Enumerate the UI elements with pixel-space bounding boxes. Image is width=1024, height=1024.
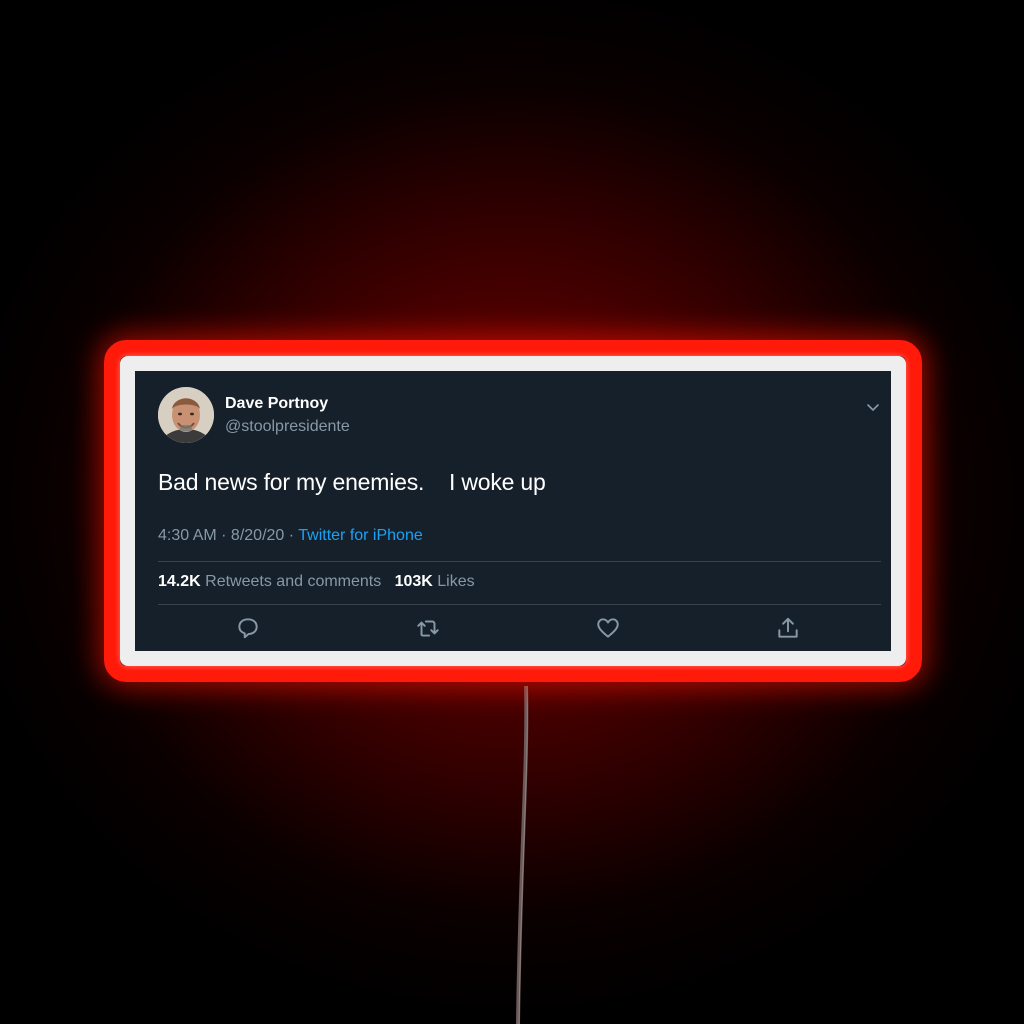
tweet-actions <box>158 615 881 641</box>
likes-count: 103K <box>394 573 433 590</box>
chevron-down-icon[interactable] <box>865 399 881 415</box>
share-icon[interactable] <box>775 615 801 641</box>
tweet: Dave Portnoy @stoolpresidente Bad news f… <box>135 371 891 651</box>
tweet-stats: 14.2K Retweets and comments 103K Likes <box>158 573 475 591</box>
meta-separator: · <box>284 527 299 544</box>
meta-separator: · <box>216 527 231 544</box>
tweet-text: Bad news for my enemies. I woke up <box>158 469 546 495</box>
likes-stat[interactable]: 103K Likes <box>395 573 475 590</box>
power-cable <box>516 686 529 1024</box>
heart-icon[interactable] <box>595 615 621 641</box>
retweets-stat[interactable]: 14.2K Retweets and comments <box>158 573 381 590</box>
retweets-count: 14.2K <box>158 573 201 590</box>
neon-sign-scene: Dave Portnoy @stoolpresidente Bad news f… <box>0 0 1024 1024</box>
tweet-card: Dave Portnoy @stoolpresidente Bad news f… <box>120 356 906 666</box>
retweet-icon[interactable] <box>415 615 441 641</box>
reply-icon[interactable] <box>235 615 261 641</box>
tweet-source-link[interactable]: Twitter for iPhone <box>298 527 423 544</box>
avatar[interactable] <box>158 387 214 443</box>
avatar-photo <box>158 387 214 443</box>
divider <box>158 604 881 605</box>
tweet-time[interactable]: 4:30 AM <box>158 527 217 544</box>
retweets-label: Retweets and comments <box>205 573 382 590</box>
tweet-meta: 4:30 AM · 8/20/20 · Twitter for iPhone <box>158 527 423 545</box>
author-handle[interactable]: @stoolpresidente <box>225 418 350 436</box>
tweet-date[interactable]: 8/20/20 <box>231 527 284 544</box>
divider <box>158 561 881 562</box>
author-name[interactable]: Dave Portnoy <box>225 395 328 413</box>
likes-label: Likes <box>437 573 475 590</box>
